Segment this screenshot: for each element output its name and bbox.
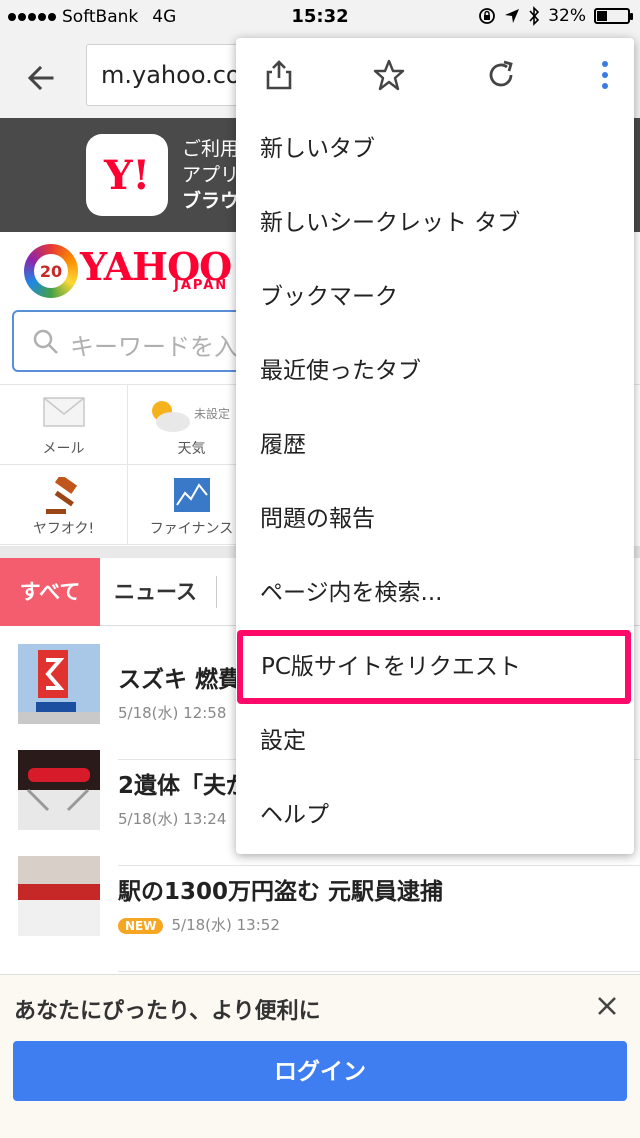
menu-item-new-incognito-tab[interactable]: 新しいシークレット タブ (236, 186, 634, 260)
police-car-thumb (18, 750, 100, 830)
weather-icon (152, 401, 190, 432)
banner-line-3: ブラウ (182, 190, 240, 212)
news-item[interactable]: 駅の1300万円盗む 元駅員逮捕 NEW 5/18(水) 13:52 (0, 856, 640, 972)
menu-item-find-in-page[interactable]: ページ内を検索... (236, 556, 634, 630)
suzuki-sign-thumb (18, 644, 100, 724)
anniversary-badge: 20 (24, 244, 78, 298)
news-separator (118, 971, 640, 972)
share-icon[interactable] (262, 58, 296, 92)
news-time: NEW 5/18(水) 13:52 (118, 914, 280, 935)
banner-line-2: アプリ (182, 164, 240, 186)
menu-item-recent-tabs[interactable]: 最近使ったタブ (236, 334, 634, 408)
service-auction[interactable]: ヤフオク! (0, 465, 128, 545)
tab-all[interactable]: すべて (0, 558, 100, 626)
close-icon[interactable] (594, 993, 620, 1019)
search-input[interactable]: キーワードを入 (12, 310, 272, 372)
app-icon-text: Y! (103, 151, 151, 199)
finance-chart-icon (173, 478, 210, 512)
menu-item-settings[interactable]: 設定 (236, 704, 634, 778)
menu-item-history[interactable]: 履歴 (236, 408, 634, 482)
bluetooth-icon (529, 6, 540, 26)
new-badge: NEW (118, 917, 164, 934)
news-title: スズキ 燃費 (118, 667, 242, 693)
search-placeholder: キーワードを入 (70, 333, 238, 361)
battery-icon (594, 8, 633, 24)
weather-status: 未設定 (194, 407, 231, 421)
service-label: メール (42, 441, 85, 457)
service-label: ヤフオク! (32, 521, 95, 537)
login-panel: あなたにぴったり、より便利に ログイン (0, 974, 640, 1138)
mail-icon (42, 397, 85, 427)
browser-menu: 新しいタブ 新しいシークレット タブ ブックマーク 最近使ったタブ 履歴 問題の… (236, 38, 634, 854)
menu-item-new-tab[interactable]: 新しいタブ (236, 112, 634, 186)
banner-line-1: ご利用 (182, 138, 240, 160)
banner-text: ご利用 アプリ ブラウ (182, 136, 239, 214)
auction-hammer-icon (45, 477, 77, 514)
menu-action-row (236, 38, 634, 112)
news-title: 駅の1300万円盗む 元駅員逮捕 (118, 879, 444, 905)
login-button[interactable]: ログイン (13, 1041, 627, 1101)
badge-number: 20 (34, 254, 68, 288)
location-icon (505, 9, 520, 23)
tab-separator (216, 576, 217, 608)
rotation-lock-icon (479, 8, 496, 24)
battery-percent: 32% (548, 6, 586, 26)
status-bar: SoftBank 4G 15:32 32% (0, 0, 640, 36)
status-right: 32% (478, 6, 633, 26)
service-mail[interactable]: メール (0, 385, 128, 465)
login-message: あなたにぴったり、より便利に (14, 999, 321, 1024)
police-light-thumb (18, 856, 100, 936)
search-icon (33, 329, 58, 354)
back-arrow-icon (27, 65, 54, 91)
tab-news[interactable]: ニュース (114, 558, 197, 626)
battery-fill (597, 11, 607, 21)
yahoo-app-icon: Y! (86, 134, 168, 216)
reload-icon[interactable] (484, 58, 518, 92)
menu-item-help[interactable]: ヘルプ (236, 778, 634, 852)
menu-item-bookmarks[interactable]: ブックマーク (236, 260, 634, 334)
logo-subtitle: JAPAN (174, 278, 229, 293)
news-time: 5/18(水) 13:24 (118, 810, 227, 828)
yahoo-logo[interactable]: 20 YAHOO! JAPAN (24, 240, 248, 304)
back-button[interactable] (22, 58, 66, 98)
news-time: 5/18(水) 12:58 (118, 704, 227, 722)
more-vert-icon[interactable] (588, 58, 622, 92)
menu-item-report-issue[interactable]: 問題の報告 (236, 482, 634, 556)
news-time-text: 5/18(水) 13:52 (171, 916, 280, 934)
star-icon[interactable] (372, 58, 406, 92)
news-title: 2遺体「夫が (118, 773, 250, 799)
menu-item-request-desktop-site[interactable]: PC版サイトをリクエスト (237, 630, 631, 704)
